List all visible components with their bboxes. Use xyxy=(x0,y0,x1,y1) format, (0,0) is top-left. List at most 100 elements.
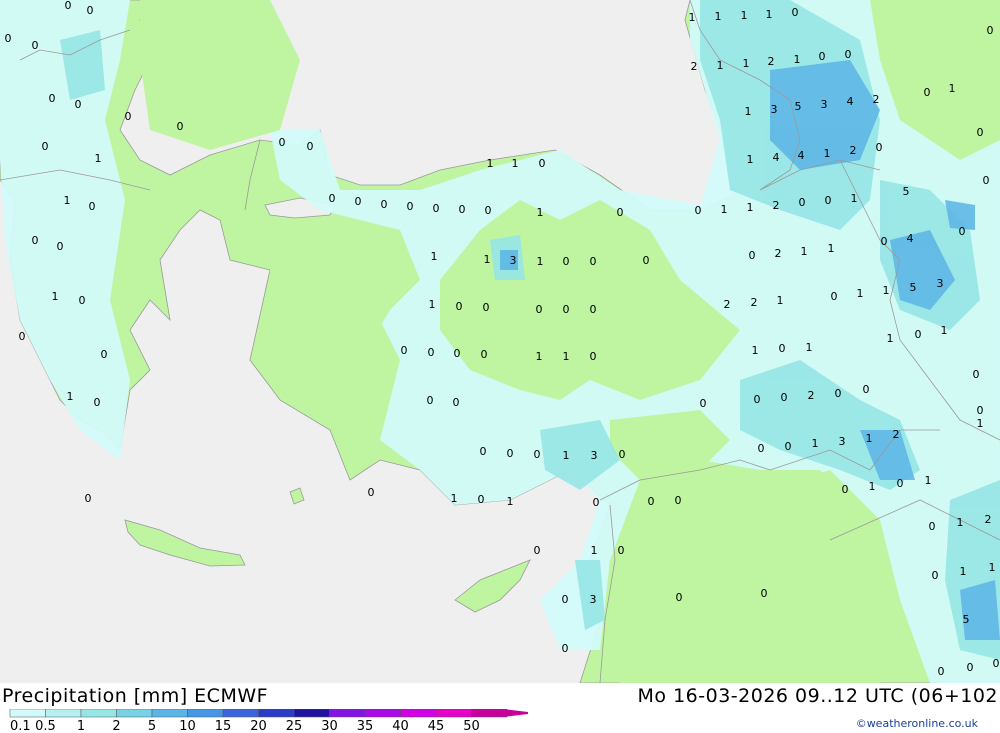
value-label: 0 xyxy=(89,200,96,213)
value-label: 1 xyxy=(507,495,514,508)
value-label: 0 xyxy=(454,347,461,360)
value-label: 2 xyxy=(850,144,857,157)
value-label: 0 xyxy=(485,204,492,217)
value-label: 0 xyxy=(695,204,702,217)
value-label: 0 xyxy=(125,110,132,123)
value-label: 1 xyxy=(67,390,74,403)
value-label: 0 xyxy=(32,39,39,52)
value-label: 4 xyxy=(773,151,780,164)
value-label: 0 xyxy=(932,569,939,582)
value-label: 1 xyxy=(451,492,458,505)
value-label: 1 xyxy=(537,255,544,268)
value-label: 1 xyxy=(977,417,984,430)
value-label: 1 xyxy=(536,350,543,363)
legend-label: 15 xyxy=(215,719,232,731)
value-label: 1 xyxy=(484,253,491,266)
value-label: 3 xyxy=(821,98,828,111)
value-label: 0 xyxy=(700,397,707,410)
value-label: 2 xyxy=(768,55,775,68)
value-label: 0 xyxy=(915,328,922,341)
value-label: 0 xyxy=(643,254,650,267)
value-label: 0 xyxy=(619,448,626,461)
value-label: 3 xyxy=(591,449,598,462)
value-label: 1 xyxy=(743,57,750,70)
value-label: 0 xyxy=(456,300,463,313)
value-label: 2 xyxy=(775,247,782,260)
value-label: 5 xyxy=(963,613,970,626)
legend-label: 30 xyxy=(321,719,338,731)
value-label: 0 xyxy=(42,140,49,153)
value-label: 0 xyxy=(924,86,931,99)
legend-label: 10 xyxy=(179,719,196,731)
legend-swatch xyxy=(293,709,330,718)
value-label: 0 xyxy=(453,396,460,409)
value-label: 0 xyxy=(79,294,86,307)
value-label: 0 xyxy=(676,591,683,604)
value-label: 1 xyxy=(812,437,819,450)
value-label: 0 xyxy=(845,48,852,61)
legend-arrow xyxy=(503,709,528,717)
value-label: 0 xyxy=(480,445,487,458)
value-label: 0 xyxy=(977,404,984,417)
run-info: Mo 16-03-2026 09..12 UTC (06+102 xyxy=(637,685,998,707)
value-label: 1 xyxy=(752,344,759,357)
value-label: 1 xyxy=(957,516,964,529)
value-label: 3 xyxy=(590,593,597,606)
value-label: 1 xyxy=(591,544,598,557)
value-label: 1 xyxy=(52,290,59,303)
value-label: 0 xyxy=(977,126,984,139)
value-label: 0 xyxy=(94,396,101,409)
value-label: 0 xyxy=(536,303,543,316)
value-label: 1 xyxy=(794,53,801,66)
legend-swatch xyxy=(258,709,295,718)
precipitation-map: 0 0000 000011 00 01 0001 000 01 1 00 0 0 0 0 0 0 1 0 0 1 1 2 0… xyxy=(0,0,1000,683)
value-label: 0 xyxy=(754,393,761,406)
value-label: 1 xyxy=(857,287,864,300)
value-label: 1 xyxy=(851,192,858,205)
value-label: 0 xyxy=(590,255,597,268)
value-label: 1 xyxy=(883,284,890,297)
legend-label: 5 xyxy=(148,719,156,731)
value-label: 1 xyxy=(429,298,436,311)
value-label: 1 xyxy=(887,332,894,345)
value-label: 0 xyxy=(75,98,82,111)
value-label: 0 xyxy=(563,303,570,316)
value-label: 0 xyxy=(101,348,108,361)
value-label: 1 xyxy=(824,147,831,160)
value-label: 1 xyxy=(717,59,724,72)
value-label: 0 xyxy=(987,24,994,37)
legend-swatch xyxy=(364,709,401,718)
legend-swatch xyxy=(435,709,472,718)
value-label: 3 xyxy=(937,277,944,290)
value-label: 2 xyxy=(808,389,815,402)
value-label: 0 xyxy=(307,140,314,153)
color-legend: 0.1 0.5 1 2 5 10 15 20 25 30 35 40 45 50 xyxy=(9,709,528,731)
value-label: 2 xyxy=(751,296,758,309)
legend-swatch xyxy=(80,709,117,718)
value-label: 0 xyxy=(563,255,570,268)
legend-swatch xyxy=(151,709,188,718)
legend-label: 2 xyxy=(112,719,120,731)
value-label: 0 xyxy=(993,657,1000,670)
value-label: 0 xyxy=(959,225,966,238)
value-label: 5 xyxy=(903,185,910,198)
value-label: 1 xyxy=(721,203,728,216)
legend-label: 0.1 xyxy=(10,719,31,731)
value-label: 1 xyxy=(512,157,519,170)
legend-label: 1 xyxy=(77,719,85,731)
value-label: 0 xyxy=(534,448,541,461)
value-label: 1 xyxy=(925,474,932,487)
value-label: 0 xyxy=(973,368,980,381)
credit-link[interactable]: ©weatheronline.co.uk xyxy=(856,717,978,730)
value-label: 2 xyxy=(724,298,731,311)
value-label: 0 xyxy=(401,344,408,357)
legend-swatch xyxy=(116,709,153,718)
legend-label: 0.5 xyxy=(35,719,56,731)
value-label: 5 xyxy=(910,281,917,294)
value-label: 0 xyxy=(329,192,336,205)
legend-label: 20 xyxy=(250,719,267,731)
value-label: 0 xyxy=(87,4,94,17)
value-label: 3 xyxy=(771,103,778,116)
legend-label: 50 xyxy=(463,719,480,731)
value-label: 0 xyxy=(483,301,490,314)
